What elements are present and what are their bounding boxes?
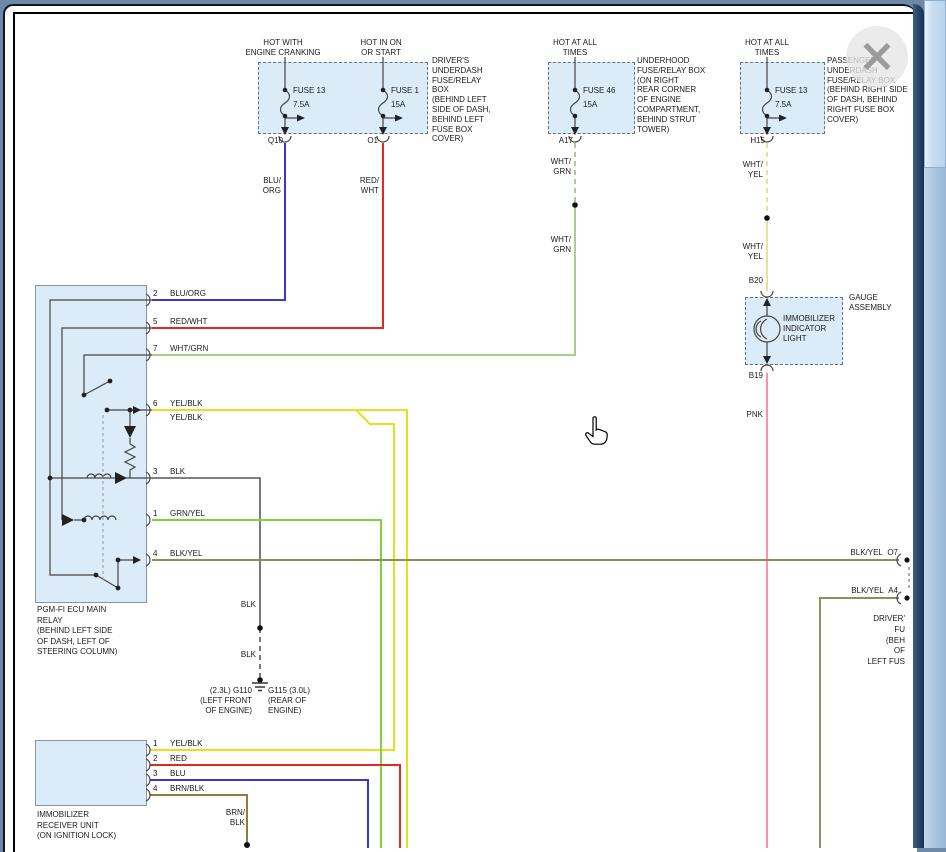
- pin-number: 2: [153, 754, 170, 764]
- pin-wire: BLK/YEL: [170, 549, 202, 558]
- pin-wire: RED: [170, 754, 187, 763]
- close-button[interactable]: ×: [846, 26, 908, 88]
- pin-number: 3: [153, 769, 170, 779]
- pin-number: 6: [153, 399, 170, 409]
- pin-wire: GRN/YEL: [170, 509, 205, 518]
- pin-number: 5: [153, 317, 170, 327]
- blk-yel-o7-label: BLK/YEL O7: [798, 548, 898, 558]
- pin-wire: BLK: [170, 467, 185, 476]
- pin-wire: YEL/BLK: [170, 413, 202, 422]
- close-icon: ×: [858, 32, 897, 78]
- conn-name: O7: [887, 548, 898, 557]
- relay-pin-1: 1GRN/YEL: [153, 509, 205, 519]
- pin-number: 7: [153, 344, 170, 354]
- wire-label-blk-a: BLK: [206, 600, 256, 610]
- relay-pin-7: 7WHT/GRN: [153, 344, 208, 354]
- ground-g110-label: (2.3L) G110 (LEFT FRONT OF ENGINE): [152, 686, 252, 716]
- wire-label-wht-grn-a: WHT/ GRN: [521, 157, 571, 177]
- connector-h15: H15: [717, 136, 765, 146]
- wire-label-blu-org: BLU/ ORG: [231, 176, 281, 196]
- connector-q10: Q10: [235, 136, 283, 146]
- vertical-scrollbar[interactable]: [924, 0, 946, 848]
- gauge-assembly-label: GAUGE ASSEMBLY: [849, 293, 892, 313]
- rail-label-engine-cranking: HOT WITH ENGINE CRANKING: [233, 38, 333, 58]
- pin-wire: YEL/BLK: [170, 739, 202, 748]
- relay-pin-3: 3BLK: [153, 467, 185, 477]
- wire-label-red-wht: RED/ WHT: [329, 176, 379, 196]
- underhood-fusebox-desc: UNDERHOOD FUSE/RELAY BOX (ON RIGHT REAR …: [637, 56, 705, 134]
- connector-a17: A17: [525, 136, 573, 146]
- immobilizer-light-label: IMMOBILIZER INDICATOR LIGHT: [783, 314, 835, 344]
- relay-pin-6b: YEL/BLK: [153, 413, 202, 423]
- pin-wire: WHT/GRN: [170, 344, 208, 353]
- pgm-fi-relay-box: [35, 285, 147, 603]
- pin-wire: BLU: [170, 769, 186, 778]
- window-right-border: [913, 4, 924, 848]
- gauge-conn-b19: B19: [713, 371, 763, 381]
- conn-name: A4: [888, 586, 898, 595]
- blk-yel-a4-label: BLK/YEL A4: [798, 586, 898, 596]
- rail-label-in-on-start: HOT IN ON OR START: [331, 38, 431, 58]
- rail-label-all-times-1: HOT AT ALL TIMES: [525, 38, 625, 58]
- receiver-pin-3: 3BLU: [153, 769, 186, 779]
- connector-o1: O1: [330, 136, 378, 146]
- immobilizer-receiver-box: [35, 740, 147, 806]
- relay-pin-6: 6YEL/BLK: [153, 399, 202, 409]
- fuse-46-label: FUSE 46 15A: [583, 84, 615, 112]
- clipped-right-text: DRIVER' FU (BEH OF LEFT FUS: [805, 614, 905, 668]
- rail-label-all-times-2: HOT AT ALL TIMES: [717, 38, 817, 58]
- wire-name: BLK/YEL: [851, 586, 883, 595]
- ground-g115-label: G115 (3.0L) (REAR OF ENGINE): [268, 686, 310, 716]
- receiver-pin-2: 2RED: [153, 754, 187, 764]
- driver-fusebox-desc: DRIVER'S UNDERDASH FUSE/RELAY BOX (BEHIN…: [432, 56, 491, 144]
- relay-name: PGM-FI ECU MAIN RELAY (BEHIND LEFT SIDE …: [37, 605, 117, 658]
- pin-number: 4: [153, 784, 170, 794]
- pin-number: 2: [153, 289, 170, 299]
- pin-number: 1: [153, 509, 170, 519]
- pin-wire: YEL/BLK: [170, 399, 202, 408]
- pin-wire: BLU/ORG: [170, 289, 206, 298]
- fuse-1-label: FUSE 1 15A: [391, 84, 419, 112]
- relay-pin-5: 5RED/WHT: [153, 317, 207, 327]
- relay-pin-4: 4BLK/YEL: [153, 549, 202, 559]
- fuse-13b-label: FUSE 13 7.5A: [775, 84, 807, 112]
- relay-pin-2: 2BLU/ORG: [153, 289, 206, 299]
- wire-label-blk-b: BLK: [206, 650, 256, 660]
- scrollbar-thumb[interactable]: [924, 0, 946, 168]
- pin-wire: BRN/BLK: [170, 784, 204, 793]
- wire-label-brn-blk: BRN/ BLK: [195, 808, 245, 828]
- wire-label-pnk: PNK: [713, 410, 763, 420]
- pin-wire: RED/WHT: [170, 317, 207, 326]
- fuse-13a-label: FUSE 13 7.5A: [293, 84, 325, 112]
- wire-name: BLK/YEL: [850, 548, 882, 557]
- receiver-name: IMMOBILIZER RECEIVER UNIT (ON IGNITION L…: [37, 810, 116, 842]
- wire-label-wht-yel-a: WHT/ YEL: [713, 160, 763, 180]
- receiver-pin-1: 1YEL/BLK: [153, 739, 202, 749]
- pin-number: 1: [153, 739, 170, 749]
- wire-label-wht-grn-b: WHT/ GRN: [521, 235, 571, 255]
- wire-label-wht-yel-b: WHT/ YEL: [713, 242, 763, 262]
- pin-number: 3: [153, 467, 170, 477]
- gauge-conn-b20: B20: [713, 276, 763, 286]
- pin-number: 4: [153, 549, 170, 559]
- receiver-pin-4: 4BRN/BLK: [153, 784, 204, 794]
